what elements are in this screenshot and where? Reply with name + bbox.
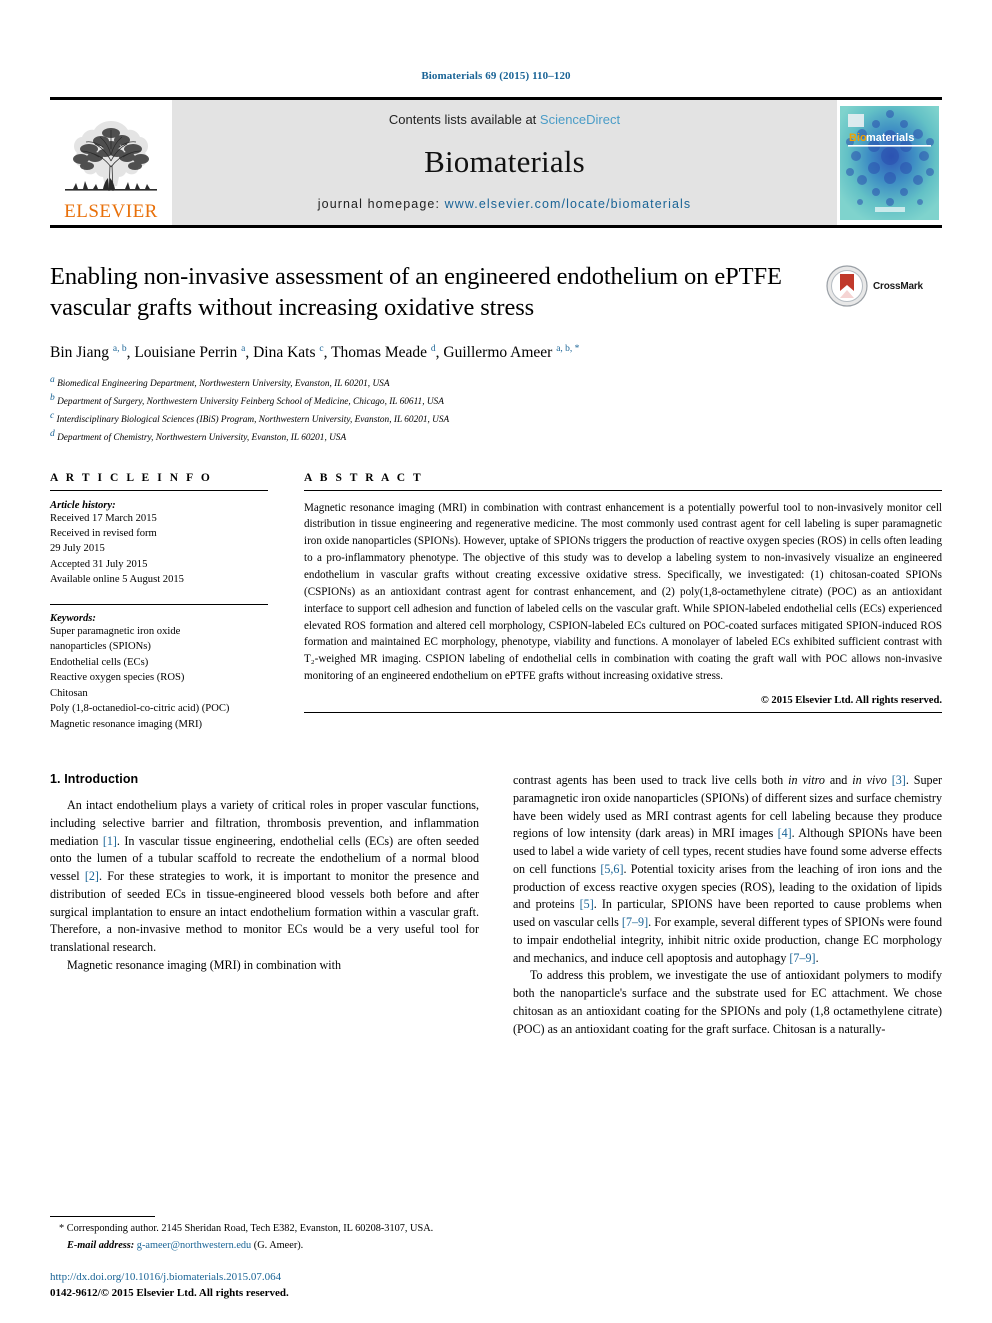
- keyword-item: nanoparticles (SPIONs): [50, 641, 151, 653]
- article-info-rule: [50, 489, 268, 491]
- keyword-item: Reactive oxygen species (ROS): [50, 672, 185, 684]
- corresponding-email-line: E-mail address: g-ameer@northwestern.edu…: [50, 1240, 471, 1251]
- intro-paragraph-3: To address this problem, we investigate …: [513, 968, 942, 1036]
- keyword-item: Super paramagnetic iron oxide: [50, 625, 181, 637]
- abstract-bottom-rule: [304, 712, 942, 714]
- info-abstract-section: A R T I C L E I N F O Article history: R…: [50, 472, 942, 732]
- keywords-block: Keywords: Super paramagnetic iron oxide …: [50, 603, 268, 732]
- keywords-label: Keywords:: [50, 612, 96, 624]
- intro-paragraph-1: An intact endothelium plays a variety of…: [50, 798, 479, 955]
- masthead-center: Contents lists available at ScienceDirec…: [172, 100, 837, 225]
- journal-homepage-link[interactable]: www.elsevier.com/locate/biomaterials: [445, 197, 692, 211]
- affiliation-c: c Interdisciplinary Biological Sciences …: [50, 409, 942, 427]
- contents-prefix: Contents lists available at: [388, 112, 540, 127]
- intro-paragraph-2: Magnetic resonance imaging (MRI) in comb…: [67, 957, 342, 972]
- keywords-rule: [50, 603, 268, 605]
- abstract-text: Magnetic resonance imaging (MRI) in comb…: [304, 501, 942, 683]
- crossmark-label: CrossMark: [873, 280, 923, 292]
- elsevier-tree-icon: [65, 121, 157, 192]
- keyword-item: Endothelial cells (ECs): [50, 656, 149, 668]
- journal-title: Biomaterials: [424, 144, 585, 179]
- footnote-block: * Corresponding author. 2145 Sheridan Ro…: [50, 1216, 471, 1301]
- keyword-item: Poly (1,8-octanediol-co-citric acid) (PO…: [50, 703, 230, 715]
- affiliation-text-d: Department of Chemistry, Northwestern Un…: [57, 433, 347, 444]
- journal-cover-thumbnail: Bio materials: [837, 100, 942, 225]
- article-info-heading: A R T I C L E I N F O: [50, 471, 213, 484]
- contents-available-line: Contents lists available at ScienceDirec…: [389, 112, 620, 127]
- email-address-label: E-mail address:: [67, 1240, 135, 1252]
- cover-image: Bio materials: [840, 105, 939, 220]
- abstract-column: A B S T R A C T Magnetic resonance imagi…: [304, 472, 942, 732]
- title-block: Enabling non-invasive assessment of an e…: [50, 262, 942, 326]
- history-item: Accepted 31 July 2015: [50, 558, 148, 570]
- sciencedirect-link[interactable]: ScienceDirect: [540, 112, 620, 127]
- abstract-rule: [304, 489, 942, 491]
- page-title: Enabling non-invasive assessment of an e…: [50, 263, 782, 321]
- keyword-item: Chitosan: [50, 687, 88, 699]
- affiliation-b: b Department of Surgery, Northwestern Un…: [50, 391, 942, 409]
- footnote-rule: [50, 1216, 155, 1218]
- corresponding-author-note: * Corresponding author. 2145 Sheridan Ro…: [59, 1223, 434, 1235]
- history-item: Received in revised form: [50, 528, 157, 540]
- running-head: Biomaterials 69 (2015) 110–120: [421, 70, 571, 82]
- homepage-prefix: journal homepage:: [317, 197, 445, 211]
- cover-title-materials: materials: [866, 132, 914, 144]
- keywords-list: Super paramagnetic iron oxide nanopartic…: [50, 624, 268, 732]
- affiliation-list: a Biomedical Engineering Department, Nor…: [50, 373, 942, 446]
- article-history-list: Received 17 March 2015 Received in revis…: [50, 511, 268, 588]
- journal-homepage-line: journal homepage: www.elsevier.com/locat…: [318, 197, 691, 211]
- author-list: Bin Jiang a, b, Louisiane Perrin a, Dina…: [50, 343, 580, 361]
- affiliation-mark-b: b: [50, 392, 55, 403]
- keyword-item: Magnetic resonance imaging (MRI): [50, 718, 203, 730]
- affiliation-text-a: Biomedical Engineering Department, North…: [57, 378, 390, 389]
- body-columns: 1. Introduction An intact endothelium pl…: [50, 772, 942, 1038]
- issn-copyright-line: 0142-9612/© 2015 Elsevier Ltd. All right…: [50, 1286, 289, 1299]
- affiliation-mark-d: d: [50, 429, 55, 440]
- abstract-heading: A B S T R A C T: [304, 471, 424, 484]
- crossmark-icon: [826, 265, 868, 307]
- doi-link[interactable]: http://dx.doi.org/10.1016/j.biomaterials…: [50, 1270, 471, 1285]
- history-item: 29 July 2015: [50, 543, 105, 555]
- affiliation-mark-a: a: [50, 374, 55, 385]
- affiliation-a: a Biomedical Engineering Department, Nor…: [50, 373, 942, 391]
- journal-masthead: ELSEVIER Contents lists available at Sci…: [50, 97, 942, 228]
- elsevier-logo: ELSEVIER: [50, 100, 172, 225]
- doi-block: http://dx.doi.org/10.1016/j.biomaterials…: [50, 1270, 471, 1301]
- body-column-right: contrast agents has been used to track l…: [513, 772, 942, 1038]
- body-column-left: 1. Introduction An intact endothelium pl…: [50, 772, 479, 1038]
- affiliation-mark-c: c: [50, 411, 55, 422]
- elsevier-wordmark: ELSEVIER: [64, 201, 158, 222]
- abstract-copyright: © 2015 Elsevier Ltd. All rights reserved…: [760, 695, 942, 707]
- cover-title-bio: Bio: [849, 132, 867, 144]
- history-item: Available online 5 August 2015: [50, 574, 184, 586]
- email-address-link[interactable]: g-ameer@northwestern.edu: [137, 1240, 251, 1251]
- crossmark-badge[interactable]: CrossMark: [826, 264, 942, 308]
- affiliation-text-c: Interdisciplinary Biological Sciences (I…: [56, 415, 450, 426]
- article-history-label: Article history:: [50, 499, 116, 511]
- affiliation-d: d Department of Chemistry, Northwestern …: [50, 427, 942, 445]
- history-item: Received 17 March 2015: [50, 512, 157, 524]
- section-heading-introduction: 1. Introduction: [50, 772, 139, 786]
- intro-paragraph-2-cont: contrast agents has been used to track l…: [513, 773, 943, 965]
- article-info-column: A R T I C L E I N F O Article history: R…: [50, 472, 268, 732]
- affiliation-text-b: Department of Surgery, Northwestern Univ…: [57, 397, 444, 407]
- article-page: Biomaterials 69 (2015) 110–120 ELSEVIER …: [0, 0, 992, 1323]
- email-address-suffix: (G. Ameer).: [253, 1240, 304, 1252]
